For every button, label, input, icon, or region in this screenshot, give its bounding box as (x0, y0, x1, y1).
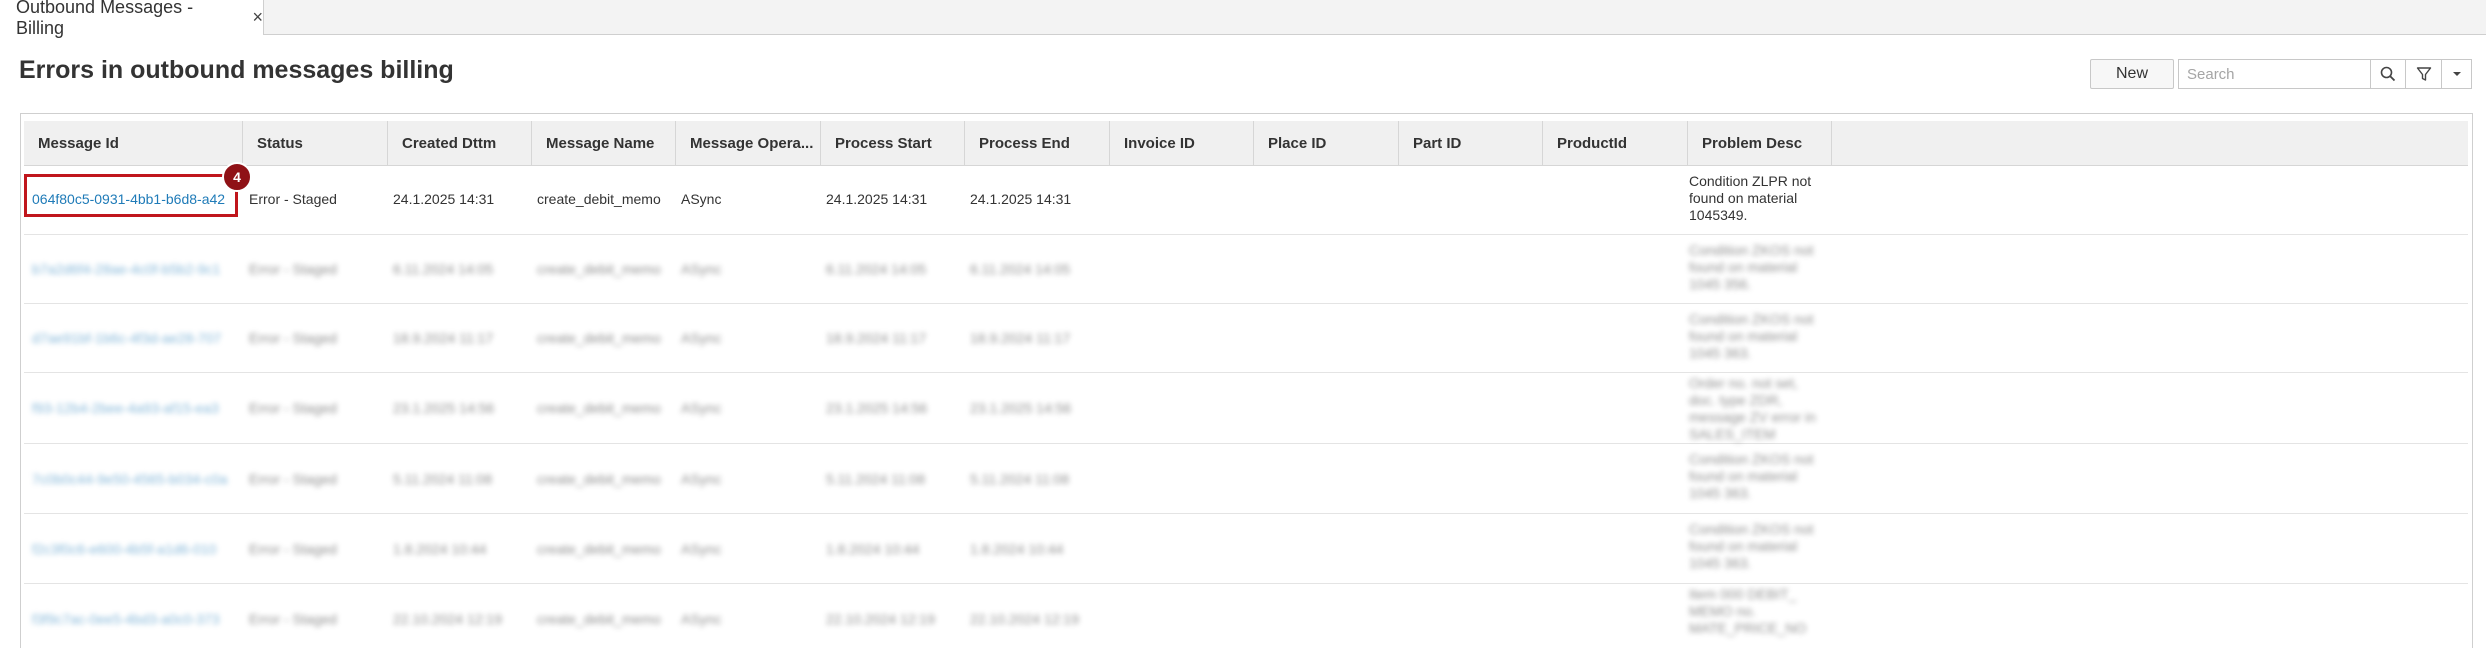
search-input[interactable] (2178, 59, 2370, 89)
message-id-link[interactable]: f2c3f0c6-e600-4b5f-a1d6-010 (32, 541, 237, 557)
process-start-cell: 24.1.2025 14:31 (826, 191, 928, 207)
search-icon (2380, 66, 2396, 82)
process-start-cell: 18.9.2024 11:17 (826, 330, 927, 346)
created-cell: 24.1.2025 14:31 (393, 191, 495, 207)
message-id-link[interactable]: f3f9c7ac-0ee5-4bd3-a0c0-373 (32, 611, 237, 627)
column-header-problem-desc[interactable]: Problem Desc (1688, 121, 1832, 166)
process-end-cell: 5.11.2024 11:08 (970, 471, 1070, 487)
process-end-cell: 6.11.2024 14:05 (970, 261, 1071, 277)
table-row[interactable]: b7a2d6f4-28ae-4c0f-b5b2-9c1 Error - Stag… (24, 235, 2468, 304)
toolbar: New (2090, 59, 2472, 89)
tab-bar: Outbound Messages - Billing × (0, 0, 2486, 38)
message-name-cell: create_debit_memo (537, 330, 661, 346)
new-button[interactable]: New (2090, 59, 2174, 89)
message-name-cell: create_debit_memo (537, 611, 661, 627)
process-start-cell: 5.11.2024 11:08 (826, 471, 926, 487)
problem-desc-cell: Condition ZKOS not found on material 104… (1689, 521, 1814, 571)
created-cell: 5.11.2024 11:08 (393, 471, 493, 487)
created-cell: 6.11.2024 14:05 (393, 261, 494, 277)
column-header-process-end[interactable]: Process End (965, 121, 1110, 166)
column-header-message-operation[interactable]: Message Opera... (676, 121, 821, 166)
status-cell: Error - Staged (249, 330, 337, 346)
message-name-cell: create_debit_memo (537, 541, 661, 557)
step-badge: 4 (222, 162, 252, 192)
status-cell: Error - Staged (249, 611, 337, 627)
column-header-process-start[interactable]: Process Start (821, 121, 965, 166)
operation-cell: ASync (681, 400, 722, 416)
column-header-created-dttm[interactable]: Created Dttm (388, 121, 532, 166)
column-header-place-id[interactable]: Place ID (1254, 121, 1399, 166)
table-row[interactable]: 064f80c5-0931-4bb1-b6d8-a42 Error - Stag… (24, 166, 2468, 235)
messages-grid: Message Id Status Created Dttm Message N… (20, 113, 2473, 648)
process-end-cell: 24.1.2025 14:31 (970, 191, 1072, 207)
column-header-message-name[interactable]: Message Name (532, 121, 676, 166)
operation-cell: ASync (681, 261, 722, 277)
message-id-link[interactable]: 7c0b0c44-9e50-4565-b034-c0a (32, 471, 237, 487)
highlight-box (24, 174, 238, 217)
column-header-part-id[interactable]: Part ID (1399, 121, 1543, 166)
table-row[interactable]: f3f9c7ac-0ee5-4bd3-a0c0-373 Error - Stag… (24, 584, 2468, 648)
operation-cell: ASync (681, 191, 722, 207)
problem-desc-cell: Condition ZKOS not found on material 104… (1689, 242, 1814, 292)
close-icon[interactable]: × (252, 7, 263, 28)
process-start-cell: 22.10.2024 12:19 (826, 611, 935, 627)
status-cell: Error - Staged (249, 261, 337, 277)
problem-desc-cell: Order no. not set, doc. type ZDR, messag… (1689, 375, 1816, 442)
table-row[interactable]: d7ae91bf-1b6c-4f3d-ae28-707 Error - Stag… (24, 304, 2468, 373)
process-end-cell: 22.10.2024 12:19 (970, 611, 1079, 627)
message-name-cell: create_debit_memo (537, 191, 661, 207)
operation-cell: ASync (681, 330, 722, 346)
filter-button[interactable] (2406, 59, 2442, 89)
grid-header: Message Id Status Created Dttm Message N… (24, 121, 2468, 166)
more-options-button[interactable] (2442, 59, 2472, 89)
problem-desc-cell: Condition ZLPR not found on material 104… (1689, 173, 1812, 223)
table-row[interactable]: 7c0b0c44-9e50-4565-b034-c0a Error - Stag… (24, 444, 2468, 514)
filter-icon (2416, 67, 2431, 81)
table-row[interactable]: f93-12b4-2bee-4a93-af15-ea3 Error - Stag… (24, 373, 2468, 444)
status-cell: Error - Staged (249, 191, 337, 207)
search-button[interactable] (2370, 59, 2406, 89)
page-title: Errors in outbound messages billing (19, 56, 454, 84)
problem-desc-cell: Condition ZKOS not found on material 104… (1689, 311, 1814, 361)
column-header-product-id[interactable]: ProductId (1543, 121, 1688, 166)
operation-cell: ASync (681, 471, 722, 487)
created-cell: 18.9.2024 11:17 (393, 330, 494, 346)
operation-cell: ASync (681, 541, 722, 557)
tab-outbound-messages-billing[interactable]: Outbound Messages - Billing × (0, 0, 264, 38)
message-name-cell: create_debit_memo (537, 261, 661, 277)
chevron-down-icon (2452, 72, 2461, 76)
operation-cell: ASync (681, 611, 722, 627)
process-end-cell: 23.1.2025 14:56 (970, 400, 1072, 416)
column-header-message-id[interactable]: Message Id (24, 121, 243, 166)
process-start-cell: 1.8.2024 10:44 (826, 541, 920, 557)
table-row[interactable]: f2c3f0c6-e600-4b5f-a1d6-010 Error - Stag… (24, 514, 2468, 584)
process-end-cell: 1.8.2024 10:44 (970, 541, 1064, 557)
message-name-cell: create_debit_memo (537, 400, 661, 416)
process-start-cell: 6.11.2024 14:05 (826, 261, 927, 277)
status-cell: Error - Staged (249, 541, 337, 557)
column-header-invoice-id[interactable]: Invoice ID (1110, 121, 1254, 166)
column-header-status[interactable]: Status (243, 121, 388, 166)
created-cell: 22.10.2024 12:19 (393, 611, 502, 627)
status-cell: Error - Staged (249, 400, 337, 416)
message-name-cell: create_debit_memo (537, 471, 661, 487)
created-cell: 23.1.2025 14:56 (393, 400, 495, 416)
message-id-link[interactable]: f93-12b4-2bee-4a93-af15-ea3 (32, 400, 237, 416)
message-id-link[interactable]: d7ae91bf-1b6c-4f3d-ae28-707 (32, 330, 237, 346)
problem-desc-cell: Condition ZKOS not found on material 104… (1689, 451, 1814, 501)
problem-desc-cell: Item 000 DEBIT_ MEMO no. MATE_PRICE_NO (1689, 586, 1807, 636)
created-cell: 1.8.2024 10:44 (393, 541, 487, 557)
status-cell: Error - Staged (249, 471, 337, 487)
tab-label: Outbound Messages - Billing (16, 0, 194, 38)
process-start-cell: 23.1.2025 14:56 (826, 400, 928, 416)
process-end-cell: 18.9.2024 11:17 (970, 330, 1071, 346)
message-id-link[interactable]: b7a2d6f4-28ae-4c0f-b5b2-9c1 (32, 261, 237, 277)
